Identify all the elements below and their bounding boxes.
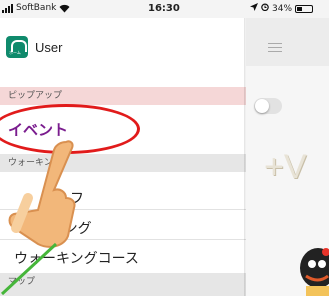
app-header [246,18,329,66]
toggle-switch[interactable] [254,98,282,114]
status-time: 16:30 [148,3,180,14]
signal-icon [2,3,13,13]
user-row[interactable]: ホーム User [6,36,62,58]
status-right: 34% [250,3,314,14]
battery-percent: 34% [272,3,293,14]
app-body: +V [246,66,329,296]
alarm-icon [261,3,269,14]
app-panel[interactable]: +V [246,18,329,296]
user-label: User [35,39,63,55]
section-popup: ピップアップ [0,87,246,105]
hamburger-menu-icon[interactable] [268,43,282,55]
home-icon: ホーム [6,36,28,58]
banner-text: +V [264,148,307,186]
wifi-icon [59,4,70,13]
status-bar: SoftBank 16:30 34% [0,0,329,18]
battery-icon [295,4,314,13]
arrow-icon [0,240,60,296]
status-left: SoftBank [2,3,70,13]
pointing-hand-icon [8,140,88,254]
carrier-label: SoftBank [16,3,57,13]
mascot-image [298,242,329,296]
location-arrow-icon [250,3,258,14]
